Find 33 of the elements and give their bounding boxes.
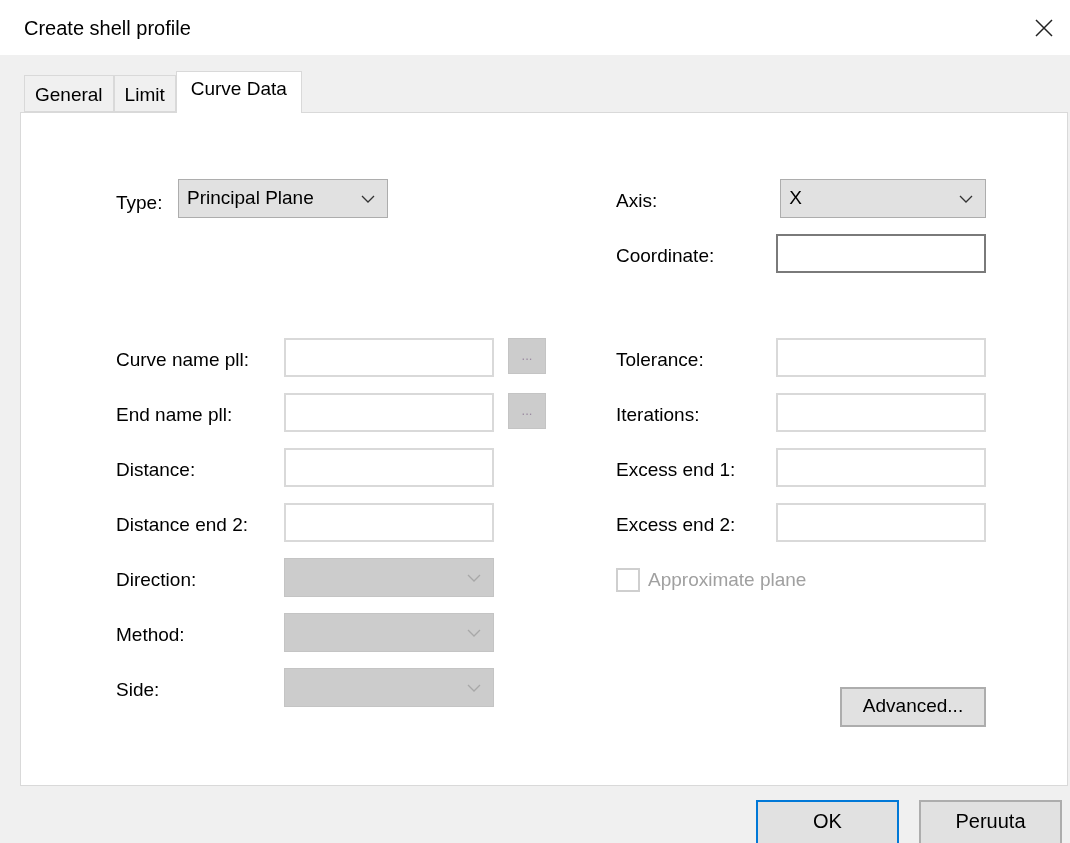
- field-label: Side:: [116, 678, 161, 702]
- field-label: Distance end 2:: [116, 513, 250, 537]
- checkbox-label: Approximate plane: [648, 568, 807, 592]
- field-label: Method:: [116, 623, 186, 647]
- text-field[interactable]: [776, 234, 986, 273]
- chevron-down-icon: [361, 194, 375, 203]
- window-title: Create shell profile: [24, 15, 191, 41]
- tab[interactable]: Curve Data: [175, 71, 302, 113]
- field-label: Distance:: [116, 458, 197, 482]
- advanced-button[interactable]: Advanced...: [840, 686, 986, 727]
- field-label: Tolerance:: [616, 348, 705, 372]
- dialog-button[interactable]: OK: [756, 800, 899, 843]
- dropdown-value: X: [789, 186, 802, 211]
- field-label: End name pll:: [116, 403, 234, 427]
- chevron-down-icon: [467, 573, 481, 582]
- tab[interactable]: General: [24, 75, 114, 112]
- dropdown[interactable]: X: [780, 179, 986, 218]
- tab[interactable]: Limit: [113, 75, 176, 112]
- field-label: Excess end 2:: [616, 513, 737, 537]
- dropdown[interactable]: Principal Plane: [178, 179, 388, 218]
- field-label: Direction:: [116, 568, 198, 592]
- dialog-button[interactable]: Peruuta: [919, 800, 1062, 843]
- field-label: Type:: [116, 191, 164, 215]
- field-label: Coordinate:: [616, 244, 716, 268]
- field-label: Axis:: [616, 189, 659, 213]
- field-label: Curve name pll:: [116, 348, 251, 372]
- field-label: Excess end 1:: [616, 458, 737, 482]
- chevron-down-icon: [467, 683, 481, 692]
- field-label: Iterations:: [616, 403, 701, 427]
- dropdown-value: Principal Plane: [187, 186, 314, 211]
- chevron-down-icon: [467, 628, 481, 637]
- chevron-down-icon: [959, 194, 973, 203]
- close-icon[interactable]: [1034, 17, 1054, 38]
